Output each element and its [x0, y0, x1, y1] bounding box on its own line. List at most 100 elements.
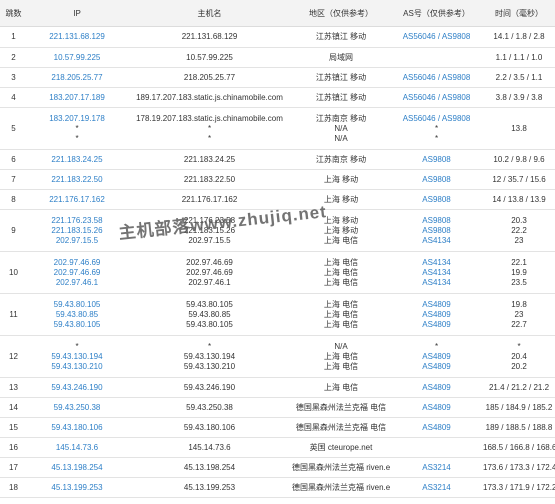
ip-value[interactable]: 59.43.130.194 — [27, 352, 127, 362]
asn-value[interactable]: AS4134 — [390, 278, 483, 288]
region-value: 江苏南京 移动 — [315, 154, 367, 164]
ip-cell: 59.43.80.105 59.43.80.85 59.43.80.105 — [27, 293, 127, 336]
ip-value[interactable]: 59.43.250.38 — [27, 403, 127, 413]
table-row: 18 45.13.199.253 45.13.199.253 德国黑森州法兰克福 ri… — [0, 477, 555, 498]
ip-cell: 221.183.24.25 — [27, 149, 127, 170]
ip-value[interactable]: 145.14.73.6 — [27, 443, 127, 453]
asn-value[interactable]: * — [390, 124, 483, 134]
ip-value[interactable]: 218.205.25.77 — [27, 73, 127, 83]
ip-value[interactable]: 183.207.19.178 — [27, 114, 127, 124]
asn-value[interactable]: AS56046 / AS9808 — [390, 73, 483, 83]
ip-value[interactable]: 45.13.199.253 — [27, 483, 127, 493]
region-cell: 上海 电信 上海 电信 上海 电信 — [292, 251, 390, 294]
ip-value[interactable]: 202.97.46.69 — [27, 258, 127, 268]
asn-value[interactable]: AS4134 — [390, 258, 483, 268]
asn-value[interactable]: AS56046 / AS9808 — [390, 93, 483, 103]
header-asn[interactable]: AS号（仅供参考） — [390, 0, 483, 27]
asn-value[interactable]: AS4809 — [390, 320, 483, 330]
hop-number: 8 — [0, 189, 27, 210]
latency-value: 173.3 / 171.9 / 172.2 — [483, 482, 555, 492]
asn-value[interactable]: AS56046 / AS9808 — [390, 32, 483, 42]
region-cell: 德国黑森州法兰克福 电信 — [292, 417, 390, 438]
time-cell: 2.2 / 3.5 / 1.1 — [483, 67, 555, 88]
ip-value[interactable]: 202.97.15.5 — [27, 236, 127, 246]
header-time[interactable]: 时间（毫秒） — [483, 0, 555, 27]
ip-value[interactable]: 202.97.46.69 — [27, 268, 127, 278]
host-cell: 59.43.246.190 — [127, 377, 292, 398]
ip-value[interactable]: 45.13.198.254 — [27, 463, 127, 473]
ip-value[interactable]: 202.97.46.1 — [27, 278, 127, 288]
region-value: 上海 移动 — [323, 215, 359, 225]
ip-value[interactable]: 221.176.17.162 — [27, 195, 127, 205]
ip-value[interactable]: 59.43.80.105 — [27, 300, 127, 310]
ip-cell: 221.131.68.129 — [27, 26, 127, 48]
ip-value[interactable]: 59.43.130.210 — [27, 362, 127, 372]
ip-cell: 45.13.198.254 — [27, 457, 127, 478]
ip-value[interactable]: 59.43.80.85 — [27, 310, 127, 320]
asn-value[interactable]: AS9808 — [390, 175, 483, 185]
asn-value[interactable]: AS56046 / AS9808 — [390, 114, 483, 124]
ip-value[interactable]: 221.131.68.129 — [27, 32, 127, 42]
header-hop[interactable]: 跳数 — [0, 0, 27, 27]
ip-value[interactable]: 10.57.99.225 — [27, 53, 127, 63]
ip-value[interactable]: * — [27, 124, 127, 134]
asn-value[interactable]: AS4809 — [390, 352, 483, 362]
asn-value[interactable]: AS9808 — [390, 155, 483, 165]
asn-value[interactable]: AS4809 — [390, 403, 483, 413]
asn-value[interactable]: AS9808 — [390, 195, 483, 205]
ip-value[interactable]: 221.176.23.58 — [27, 216, 127, 226]
asn-value[interactable]: * — [390, 134, 483, 144]
ip-value[interactable]: * — [27, 342, 127, 352]
asn-value[interactable]: AS3214 — [390, 483, 483, 493]
ip-value[interactable]: 59.43.80.105 — [27, 320, 127, 330]
ip-value[interactable]: * — [27, 134, 127, 144]
ip-value[interactable]: 221.183.15.26 — [27, 226, 127, 236]
latency-value: 10.2 / 9.8 / 9.6 — [493, 154, 545, 164]
asn-value[interactable]: AS9808 — [390, 226, 483, 236]
hostname-value: * — [207, 341, 212, 351]
latency-value: 19.8 — [511, 299, 527, 309]
table-row: 14 59.43.250.38 59.43.250.38 德国黑森州法兰克福 电信 AS… — [0, 397, 555, 418]
region-value: 江苏镇江 移动 — [315, 32, 367, 41]
region-value: 英国 cteurope.net — [309, 442, 373, 452]
table-row: 13 59.43.246.190 59.43.246.190 上海 电信 AS4809 2… — [0, 377, 555, 398]
region-cell: 上海 移动 — [292, 189, 390, 210]
asn-value[interactable]: AS9808 — [390, 216, 483, 226]
asn-value[interactable]: AS4809 — [390, 362, 483, 372]
latency-value: 21.4 / 21.2 / 21.2 — [488, 382, 550, 392]
ip-value[interactable]: 59.43.180.106 — [27, 423, 127, 433]
region-cell: 江苏南京 移动 N/A N/A — [292, 107, 390, 150]
region-value: 上海 电信 — [323, 382, 359, 392]
header-ip[interactable]: IP — [27, 0, 127, 27]
asn-cell: AS56046 / AS9808 — [390, 87, 483, 108]
region-value: 上海 电信 — [323, 277, 359, 287]
region-value: 上海 电信 — [323, 267, 359, 277]
asn-value[interactable]: AS3214 — [390, 463, 483, 473]
header-region[interactable]: 地区（仅供参考） — [292, 0, 390, 27]
asn-value[interactable]: AS4809 — [390, 300, 483, 310]
hop-number: 13 — [0, 377, 27, 398]
ip-value[interactable]: 221.183.22.50 — [27, 175, 127, 185]
table-header-row: 跳数 IP 主机名 地区（仅供参考） AS号（仅供参考） 时间（毫秒） — [0, 0, 555, 27]
region-value: 上海 移动 — [323, 194, 359, 204]
asn-value[interactable]: AS4134 — [390, 236, 483, 246]
region-cell: 德国黑森州法兰克福 riven.ee — [292, 477, 390, 498]
ip-value[interactable]: 59.43.246.190 — [27, 383, 127, 393]
hostname-value: 59.43.180.106 — [183, 422, 236, 432]
hostname-value: 202.97.46.1 — [188, 277, 231, 287]
header-host[interactable]: 主机名 — [127, 0, 292, 27]
time-cell: 185 / 184.9 / 185.2 — [483, 397, 555, 418]
hop-number: 9 — [0, 209, 27, 252]
asn-value[interactable]: AS4134 — [390, 268, 483, 278]
ip-cell: 145.14.73.6 — [27, 437, 127, 458]
ip-value[interactable]: 221.183.24.25 — [27, 155, 127, 165]
asn-value[interactable]: AS4809 — [390, 383, 483, 393]
ip-value[interactable]: 183.207.17.189 — [27, 93, 127, 103]
ip-cell: * 59.43.130.194 59.43.130.210 — [27, 335, 127, 378]
host-cell: 59.43.80.105 59.43.80.85 59.43.80.105 — [127, 293, 292, 336]
latency-value: 23.5 — [511, 277, 527, 287]
asn-value[interactable]: AS4809 — [390, 423, 483, 433]
table-row: 17 45.13.198.254 45.13.198.254 德国黑森州法兰克福 ri… — [0, 457, 555, 478]
asn-value[interactable]: * — [390, 342, 483, 352]
asn-value[interactable]: AS4809 — [390, 310, 483, 320]
